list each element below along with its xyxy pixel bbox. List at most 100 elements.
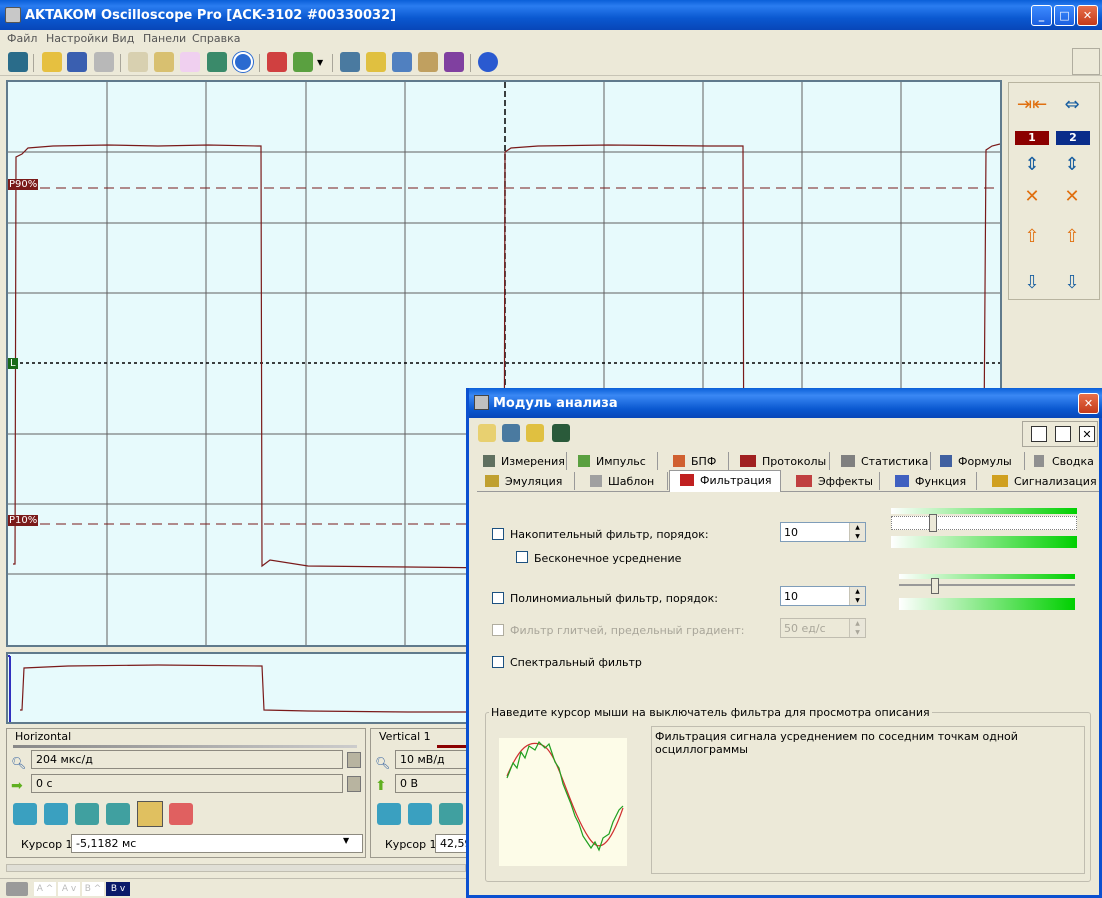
tab-measurements[interactable]: Измерения xyxy=(477,452,567,470)
tab-alarm[interactable]: Сигнализация xyxy=(978,472,1099,490)
spin-up-icon[interactable]: ▲ xyxy=(849,523,865,532)
channel-icon[interactable] xyxy=(293,52,313,72)
tab-fft[interactable]: БПФ xyxy=(659,452,729,470)
cursor-tool-icon[interactable] xyxy=(137,801,163,827)
analysis-icon[interactable] xyxy=(444,52,464,72)
tools-icon[interactable] xyxy=(392,52,412,72)
tab-formulas[interactable]: Формулы xyxy=(932,452,1025,470)
cursor-b-down[interactable]: B v xyxy=(106,882,130,896)
slider-thumb[interactable] xyxy=(931,578,939,594)
print-icon[interactable] xyxy=(94,52,114,72)
wrench-icon[interactable] xyxy=(418,52,438,72)
time-offset-field[interactable]: 0 с xyxy=(31,774,343,793)
menu-panels[interactable]: Панели xyxy=(143,32,186,45)
copy-icon[interactable] xyxy=(128,52,148,72)
shift-down-icon[interactable] xyxy=(377,803,401,825)
dock-icon[interactable] xyxy=(1031,426,1047,442)
shift-left-icon[interactable] xyxy=(13,803,37,825)
volt-offset-field[interactable]: 0 В xyxy=(395,774,471,793)
tab-effects[interactable]: Эффекты xyxy=(782,472,880,490)
poly-filter-checkbox[interactable] xyxy=(492,592,504,604)
spin-up-icon[interactable]: ▲ xyxy=(849,587,865,596)
tab-function[interactable]: Функция xyxy=(881,472,977,490)
infinite-average-checkbox[interactable] xyxy=(516,551,528,563)
lock-icon[interactable] xyxy=(347,776,361,792)
cursor-b-up[interactable]: B ^ xyxy=(82,882,104,896)
accum-order-spinner[interactable]: 10 ▲ ▼ xyxy=(780,522,866,542)
close-icon[interactable]: ✕ xyxy=(1079,426,1095,442)
shift-right-icon[interactable] xyxy=(44,803,68,825)
signal-icon[interactable] xyxy=(552,424,570,442)
timebase-field[interactable]: 204 мкс/д xyxy=(31,750,343,769)
ch1-expand-vertical-icon[interactable]: ⇕ xyxy=(1017,153,1047,177)
measure-icon[interactable] xyxy=(526,424,544,442)
lock-icon[interactable] xyxy=(347,752,361,768)
channel-1-label[interactable]: 1 xyxy=(1015,131,1049,145)
tab-emulation[interactable]: Эмуляция xyxy=(477,472,575,490)
accum-filter-checkbox[interactable] xyxy=(492,528,504,540)
p10-marker[interactable]: P10% xyxy=(8,515,39,526)
info-icon[interactable] xyxy=(478,52,498,72)
chevron-down-icon[interactable]: ▼ xyxy=(317,58,323,67)
zoom-in-icon[interactable] xyxy=(439,803,463,825)
channel-2-label[interactable]: 2 xyxy=(1056,131,1090,145)
menu-settings[interactable]: Настройки xyxy=(46,32,108,45)
tab-protocols[interactable]: Протоколы xyxy=(730,452,830,470)
cursor-delete-icon[interactable] xyxy=(267,52,287,72)
trigger-marker[interactable]: L xyxy=(8,358,18,369)
tab-statistics[interactable]: Статистика xyxy=(831,452,931,470)
pause-icon[interactable] xyxy=(233,52,253,72)
cursor-1-value[interactable]: -5,1182 мс xyxy=(71,834,363,853)
spin-up-icon[interactable]: ▲ xyxy=(849,619,865,628)
waveform-icon[interactable] xyxy=(180,52,200,72)
dialog-close-button[interactable]: ✕ xyxy=(1078,393,1099,414)
star-icon[interactable] xyxy=(478,424,496,442)
spectral-filter-checkbox[interactable] xyxy=(492,656,504,668)
exit-icon[interactable] xyxy=(8,52,28,72)
minimize-icon[interactable] xyxy=(1055,426,1071,442)
minimize-button[interactable]: _ xyxy=(1031,5,1052,26)
spin-down-icon[interactable]: ▼ xyxy=(849,532,865,541)
spin-down-icon[interactable]: ▼ xyxy=(849,628,865,637)
zoom-out-icon[interactable] xyxy=(106,803,130,825)
poly-slider[interactable] xyxy=(899,574,1075,610)
info-panel-icon[interactable] xyxy=(340,52,360,72)
spin-down-icon[interactable]: ▼ xyxy=(849,596,865,605)
ch1-down-icon[interactable]: ⇩ xyxy=(1017,271,1047,295)
ch2-compress-vertical-icon[interactable]: ✕ xyxy=(1057,185,1087,209)
tab-template[interactable]: Шаблон xyxy=(576,472,668,490)
tab-pulse[interactable]: Импульс xyxy=(568,452,658,470)
screen-icon[interactable] xyxy=(207,52,227,72)
menu-file[interactable]: Файл xyxy=(7,32,37,45)
paste-icon[interactable] xyxy=(154,52,174,72)
tab-filtering[interactable]: Фильтрация xyxy=(669,470,781,492)
scroll-strip[interactable] xyxy=(6,864,466,872)
expand-horizontal-button[interactable]: ⇔ xyxy=(1057,93,1087,117)
info-panel-icon[interactable] xyxy=(502,424,520,442)
ch1-up-icon[interactable]: ⇧ xyxy=(1017,225,1047,249)
tab-summary[interactable]: Сводка xyxy=(1026,452,1099,470)
settings-icon[interactable] xyxy=(6,882,28,896)
zoom-in-icon[interactable] xyxy=(75,803,99,825)
glitch-gradient-spinner[interactable]: 50 ед/с ▲ ▼ xyxy=(780,618,866,638)
cursor-a-up[interactable]: A ^ xyxy=(34,882,56,896)
compress-horizontal-button[interactable]: ⇥⇤ xyxy=(1017,93,1047,117)
accum-slider[interactable] xyxy=(891,508,1077,548)
menu-view[interactable]: Вид xyxy=(112,32,134,45)
slider-thumb[interactable] xyxy=(929,514,937,532)
measure-icon[interactable] xyxy=(366,52,386,72)
ch2-down-icon[interactable]: ⇩ xyxy=(1057,271,1087,295)
ch2-up-icon[interactable]: ⇧ xyxy=(1057,225,1087,249)
shift-up-icon[interactable] xyxy=(408,803,432,825)
close-button[interactable]: ✕ xyxy=(1077,5,1098,26)
maximize-button[interactable]: □ xyxy=(1054,5,1075,26)
save-icon[interactable] xyxy=(67,52,87,72)
ch1-compress-vertical-icon[interactable]: ✕ xyxy=(1017,185,1047,209)
volts-div-field[interactable]: 10 мВ/д xyxy=(395,750,471,769)
glitch-filter-checkbox[interactable] xyxy=(492,624,504,636)
poly-order-spinner[interactable]: 10 ▲ ▼ xyxy=(780,586,866,606)
chevron-down-icon[interactable]: ▼ xyxy=(343,836,349,845)
p90-marker[interactable]: P90% xyxy=(8,179,39,190)
ch2-expand-vertical-icon[interactable]: ⇕ xyxy=(1057,153,1087,177)
menu-help[interactable]: Справка xyxy=(192,32,240,45)
